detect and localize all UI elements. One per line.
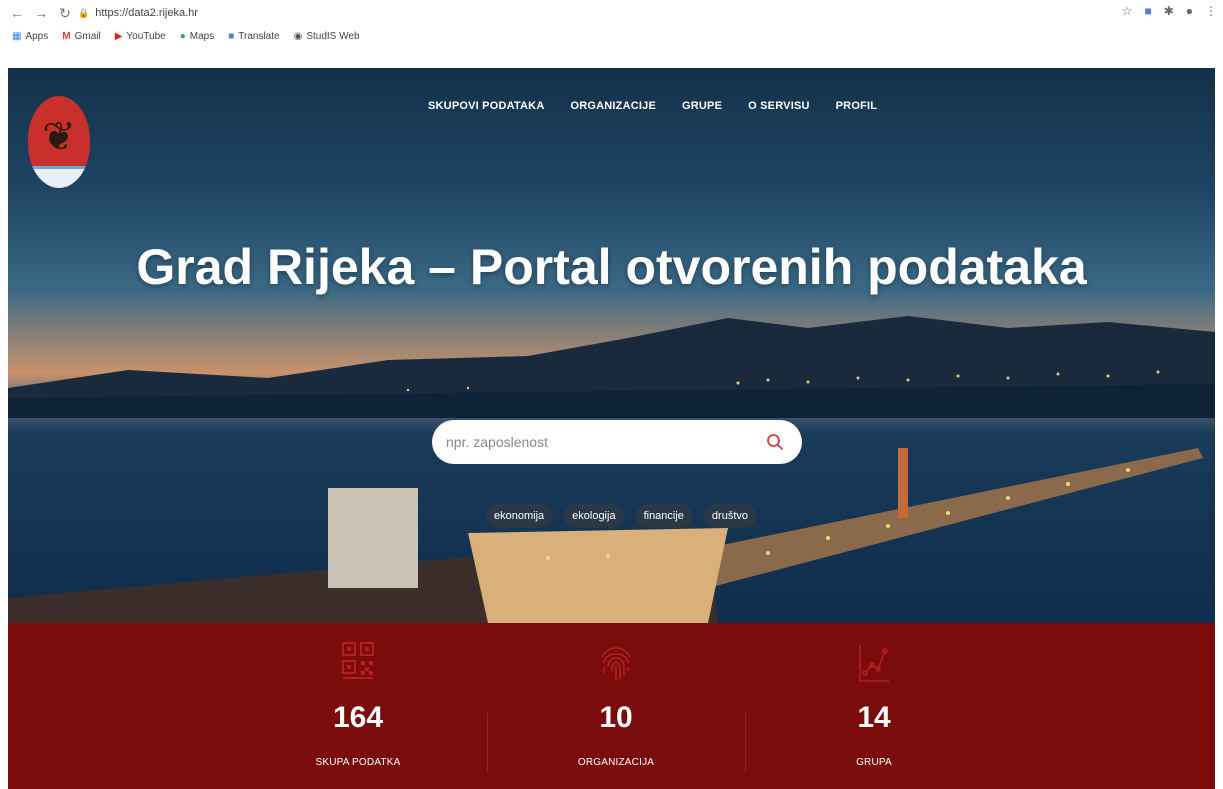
youtube-icon: ▶ (114, 30, 123, 42)
forward-icon[interactable]: → (32, 4, 50, 22)
harbor-pier-illustration (8, 448, 1203, 623)
translate-extension-icon[interactable]: ■ (1144, 4, 1151, 18)
nav-skupovi-podataka[interactable]: SKUPOVI PODATAKA (428, 100, 544, 112)
menu-icon[interactable]: ⋮ (1205, 4, 1217, 18)
tag-ekologija[interactable]: ekologija (564, 504, 624, 528)
wave-icon (28, 166, 90, 188)
back-icon[interactable]: ← (8, 4, 26, 22)
main-nav: SKUPOVI PODATAKA ORGANIZACIJE GRUPE O SE… (428, 100, 877, 112)
bookmark-youtube[interactable]: ▶ YouTube (115, 31, 166, 42)
url-text: https://data2.rijeka.hr (95, 7, 198, 19)
bookmark-translate[interactable]: ■ Translate (228, 31, 279, 42)
nav-grupe[interactable]: GRUPE (682, 100, 722, 112)
tag-list: ekonomija ekologija financije društvo (486, 504, 756, 528)
tag-drustvo[interactable]: društvo (703, 504, 756, 528)
puzzle-icon[interactable]: ✱ (1164, 4, 1174, 18)
mountains-background (8, 316, 1215, 418)
search-box (432, 420, 802, 464)
bookmark-maps[interactable]: ● Maps (180, 31, 215, 42)
address-bar[interactable]: 🔒 https://data2.rijeka.hr (78, 4, 1108, 22)
stat-datasets-label: SKUPA PODATKA (315, 757, 401, 768)
page-title: Grad Rijeka – Portal otvorenih podataka (136, 239, 1087, 295)
nav-o-servisu[interactable]: O SERVISU (748, 100, 810, 112)
nav-profil[interactable]: PROFIL (836, 100, 878, 112)
qr-code-icon (341, 641, 375, 685)
stat-datasets[interactable]: 164 SKUPA PODATKA (228, 623, 488, 789)
tag-financije[interactable]: financije (635, 504, 692, 528)
maps-pin-icon: ● (179, 30, 186, 42)
fingerprint-icon (599, 641, 633, 685)
stat-groups-number: 14 (857, 701, 891, 734)
rijeka-coat-of-arms-logo[interactable]: ❦ (28, 96, 90, 188)
stats-section: 164 SKUPA PODATKA 10 ORGANIZACIJA 14 GRU… (8, 623, 1215, 789)
stat-groups-label: GRUPA (856, 757, 892, 768)
star-icon[interactable]: ☆ (1122, 4, 1133, 18)
stat-organizations-label: ORGANIZACIJA (577, 757, 655, 768)
stat-datasets-number: 164 (332, 701, 384, 734)
globe-icon: ◉ (293, 30, 303, 42)
profile-icon[interactable]: ● (1186, 4, 1193, 18)
search-input[interactable] (446, 434, 766, 450)
browser-chrome: ← → ↻ 🔒 https://data2.rijeka.hr ☆ ■ ✱ ● … (0, 0, 1223, 46)
search-icon[interactable] (766, 433, 784, 451)
lock-icon: 🔒 (78, 7, 90, 18)
stat-organizations-number: 10 (599, 701, 633, 734)
tag-ekonomija[interactable]: ekonomija (486, 504, 553, 528)
gmail-icon: M (62, 30, 71, 42)
bookmarks-bar: ▦ Apps M Gmail ▶ YouTube ● Maps ■ Translate ◉… (0, 26, 1223, 46)
extension-bar: ☆ ■ ✱ ● ⋮ (1122, 4, 1217, 18)
apps-grid-icon: ▦ (12, 30, 22, 42)
stat-groups[interactable]: 14 GRUPA (744, 623, 1004, 789)
line-chart-icon (857, 641, 891, 685)
bookmark-studis[interactable]: ◉ StudIS Web (294, 31, 360, 42)
bookmark-gmail[interactable]: M Gmail (62, 31, 100, 42)
hero-section: ❦ SKUPOVI PODATAKA ORGANIZACIJE GRUPE O … (8, 68, 1215, 623)
stat-organizations[interactable]: 10 ORGANIZACIJA (486, 623, 746, 789)
address-row: ← → ↻ 🔒 https://data2.rijeka.hr ☆ ■ ✱ ● … (0, 0, 1223, 26)
bookmark-apps[interactable]: ▦ Apps (12, 31, 48, 42)
eagle-icon: ❦ (42, 115, 76, 159)
reload-icon[interactable]: ↻ (56, 4, 74, 22)
nav-organizacije[interactable]: ORGANIZACIJE (570, 100, 656, 112)
translate-icon: ■ (228, 30, 235, 42)
